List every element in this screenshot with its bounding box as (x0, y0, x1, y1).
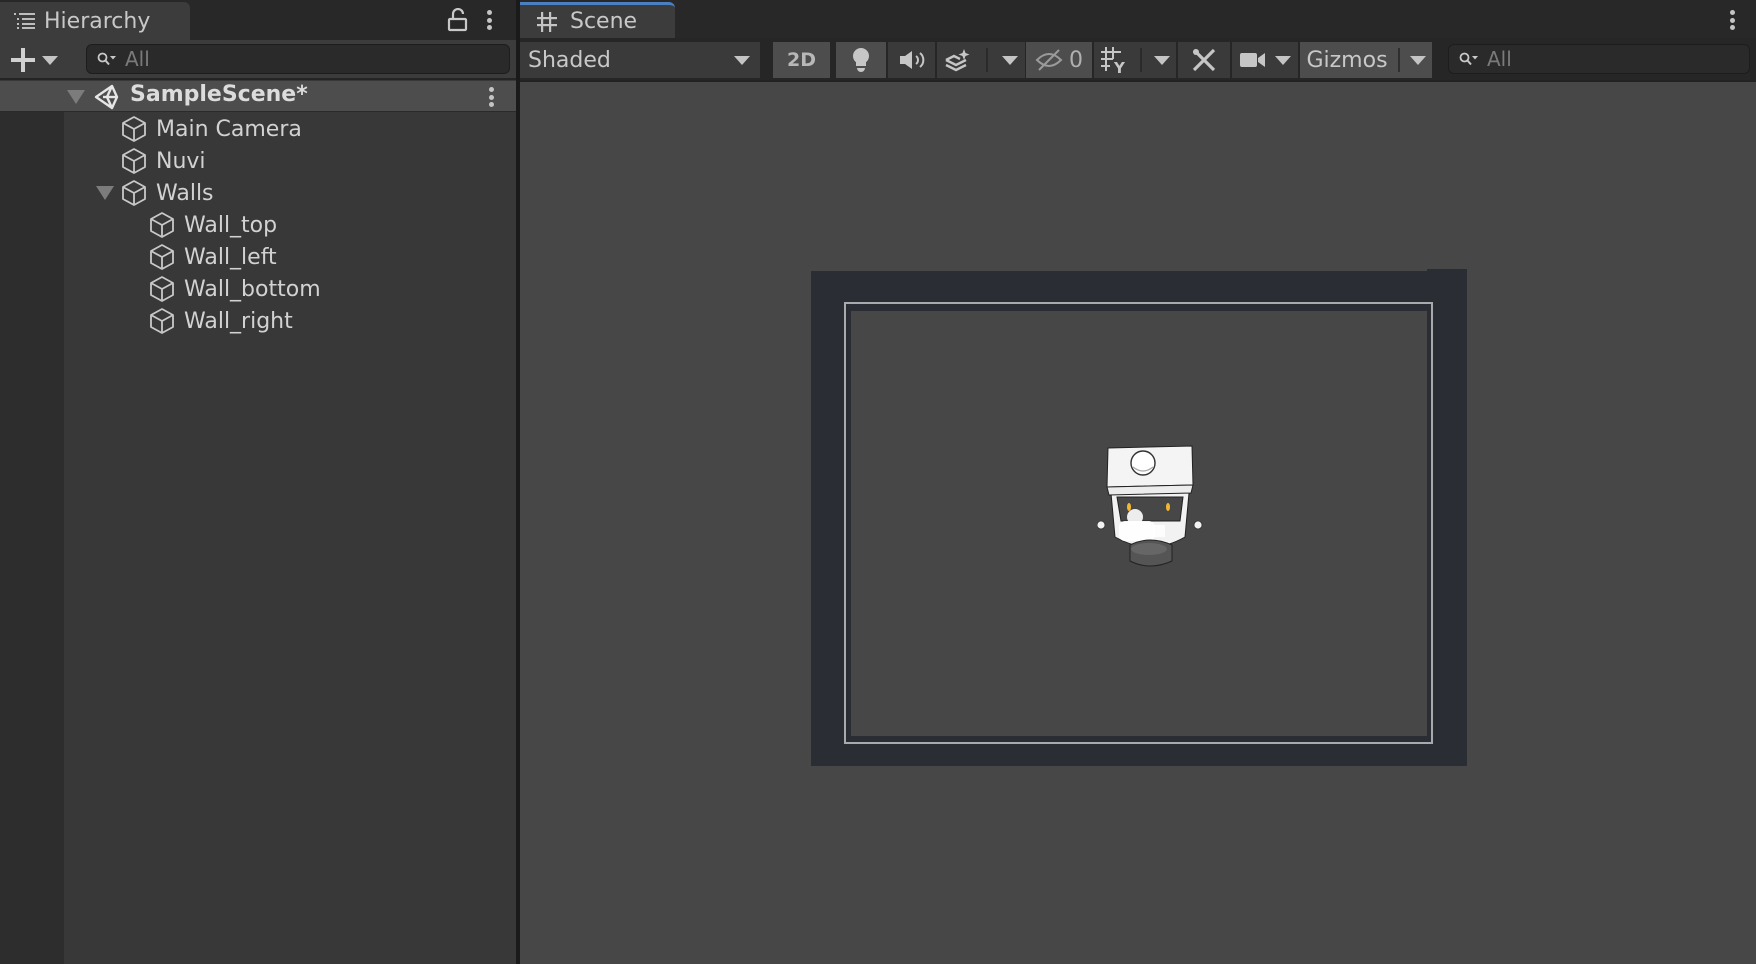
audio-toggle-button[interactable] (888, 42, 935, 78)
scene-visibility-toggle[interactable]: 0 (1026, 42, 1092, 78)
search-icon (97, 52, 116, 66)
hierarchy-item-wall-left[interactable]: Wall_left (148, 241, 277, 273)
tab-scene-label: Scene (570, 9, 638, 34)
dot-icon (488, 87, 494, 92)
grid-axis-icon: Y (1101, 47, 1126, 74)
gameobject-cube-icon (122, 180, 146, 206)
hidden-objects-count: 0 (1069, 47, 1083, 73)
chevron-down-icon (734, 55, 750, 65)
plus-icon (11, 48, 35, 72)
hierarchy-panel: Hierarchy All SampleScene* Main Camera N… (0, 0, 516, 964)
hierarchy-item-label: Wall_bottom (184, 276, 321, 302)
lock-button[interactable] (447, 7, 469, 32)
search-icon (1459, 52, 1478, 66)
draw-mode-dropdown[interactable]: Shaded (520, 42, 760, 78)
hierarchy-item-walls[interactable]: Walls (120, 177, 214, 209)
draw-mode-value: Shaded (528, 47, 611, 73)
wall-right-top-edge (1427, 269, 1467, 273)
dot-icon (1729, 25, 1735, 30)
gameobject-cube-icon (122, 116, 146, 142)
hierarchy-item-wall-bottom[interactable]: Wall_bottom (148, 273, 321, 305)
hierarchy-list-icon (14, 13, 35, 29)
gameobject-cube-icon (150, 244, 174, 270)
hierarchy-item-label: Wall_top (184, 212, 278, 238)
tab-hierarchy-label: Hierarchy (44, 8, 151, 34)
chevron-down-icon[interactable] (1002, 55, 1018, 65)
scene-search-placeholder: All (1487, 47, 1512, 71)
camera-settings-dropdown[interactable] (1232, 42, 1298, 78)
scene-view-panel: Scene Shaded 2D 0 Y Gizmos All (520, 0, 1756, 964)
scene-viewport[interactable] (520, 84, 1756, 964)
nuvi-character-sprite[interactable] (1097, 445, 1203, 569)
dot-icon (486, 17, 492, 23)
scene-tabbar: Scene (520, 0, 1756, 38)
hierarchy-item-label: Main Camera (156, 116, 302, 142)
scene-more-menu-button[interactable] (486, 85, 496, 109)
unity-logo-icon (94, 84, 119, 110)
toggle-2d-button[interactable]: 2D (773, 42, 830, 78)
dot-icon (488, 94, 494, 100)
dot-icon (486, 25, 492, 30)
toggle-2d-label: 2D (787, 49, 816, 71)
gizmos-label: Gizmos (1306, 47, 1388, 73)
wrench-pencil-icon (1192, 48, 1216, 72)
hierarchy-item-label: Nuvi (156, 148, 206, 174)
create-dropdown-button[interactable] (10, 46, 66, 74)
gizmos-dropdown[interactable]: Gizmos (1300, 42, 1432, 78)
light-bulb-icon (853, 48, 869, 72)
dot-icon (486, 10, 492, 15)
eye-hidden-icon (1035, 49, 1063, 71)
hierarchy-item-label: Wall_right (184, 308, 293, 334)
walls-foldout-expanded-icon[interactable] (96, 186, 114, 200)
hierarchy-item-nuvi[interactable]: Nuvi (120, 145, 206, 177)
hierarchy-search-input[interactable]: All (86, 44, 510, 74)
dot-icon (488, 102, 494, 107)
hierarchy-more-menu-button[interactable] (484, 8, 494, 32)
tab-scene[interactable]: Scene (520, 2, 675, 38)
hierarchy-toolbar: All (0, 40, 516, 80)
tools-button[interactable] (1178, 42, 1230, 78)
lock-open-icon (447, 7, 468, 32)
hierarchy-item-wall-right[interactable]: Wall_right (148, 305, 293, 337)
grid-snapping-dropdown[interactable]: Y (1094, 42, 1176, 78)
gameobject-cube-icon (150, 276, 174, 302)
foldout-expanded-icon[interactable] (67, 90, 85, 104)
hierarchy-tabbar: Hierarchy (0, 0, 516, 40)
lighting-toggle-button[interactable] (836, 42, 886, 78)
separator (1397, 48, 1400, 72)
hierarchy-item-wall-top[interactable]: Wall_top (148, 209, 277, 241)
tab-hierarchy[interactable]: Hierarchy (0, 2, 190, 40)
svg-text:Y: Y (1113, 59, 1126, 74)
scene-root-row[interactable]: SampleScene* (0, 81, 516, 112)
gameobject-cube-icon (150, 308, 174, 334)
chevron-down-icon (1275, 55, 1291, 65)
effects-layers-icon (945, 49, 970, 72)
chevron-down-icon (42, 55, 58, 65)
chevron-down-icon[interactable] (1154, 55, 1170, 65)
hierarchy-item-main-camera[interactable]: Main Camera (120, 113, 302, 145)
effects-dropdown-button[interactable] (937, 42, 1025, 78)
scene-name: SampleScene* (130, 82, 308, 107)
hierarchy-gutter (0, 112, 64, 964)
scene-search-input[interactable]: All (1448, 44, 1750, 74)
hierarchy-item-label: Wall_left (184, 244, 277, 270)
scene-toolbar: Shaded 2D 0 Y Gizmos All (520, 38, 1756, 82)
chevron-down-icon[interactable] (1409, 55, 1426, 65)
dot-icon (1729, 10, 1735, 15)
grid-hash-icon (537, 11, 557, 32)
separator (986, 48, 988, 72)
hierarchy-item-label: Walls (156, 180, 214, 206)
video-camera-icon (1240, 53, 1265, 67)
speaker-icon (899, 51, 924, 69)
scene-more-menu-button[interactable] (1727, 8, 1737, 32)
hierarchy-search-placeholder: All (125, 47, 150, 71)
gameobject-cube-icon (122, 148, 146, 174)
separator (1140, 48, 1142, 72)
dot-icon (1729, 17, 1735, 23)
gameobject-cube-icon (150, 212, 174, 238)
